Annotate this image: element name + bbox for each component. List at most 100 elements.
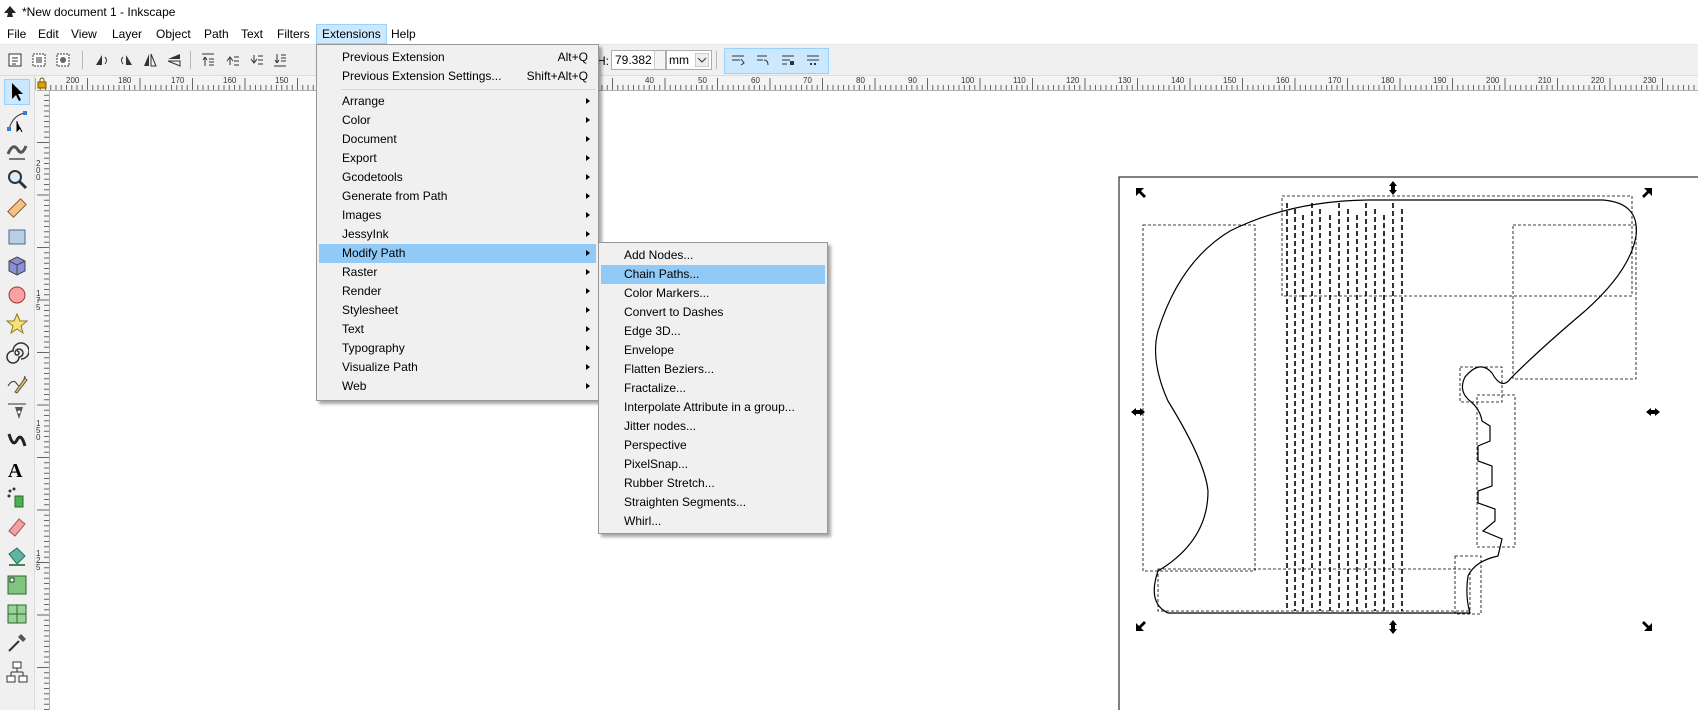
menu-separator xyxy=(341,89,596,90)
spiral-tool[interactable] xyxy=(5,341,30,365)
rotate-ccw-icon[interactable] xyxy=(93,51,111,69)
menu-typography[interactable]: Typography xyxy=(319,339,596,358)
menu-visualize-path[interactable]: Visualize Path xyxy=(319,358,596,377)
menu-images[interactable]: Images xyxy=(319,206,596,225)
unit-select[interactable]: mm xyxy=(666,50,712,70)
lower-to-bottom-icon[interactable] xyxy=(271,51,289,69)
connector-tool[interactable] xyxy=(5,660,29,684)
submenu-arrow-icon xyxy=(586,155,590,161)
menu-convert-to-dashes[interactable]: Convert to Dashes xyxy=(601,303,825,322)
dropper-tool[interactable] xyxy=(5,631,29,655)
menu-fractalize[interactable]: Fractalize... xyxy=(601,379,825,398)
menu-item-label: Previous Extension Settings... xyxy=(342,69,502,83)
menu-whirl[interactable]: Whirl... xyxy=(601,512,825,531)
lower-icon[interactable] xyxy=(247,51,265,69)
ruler-lock-icon[interactable] xyxy=(36,77,48,89)
menu-modify-path[interactable]: Modify Path xyxy=(319,244,596,263)
menu-export[interactable]: Export xyxy=(319,149,596,168)
spin-arrows-icon[interactable] xyxy=(654,51,665,69)
measure-tool[interactable] xyxy=(5,196,29,220)
menu-document[interactable]: Document xyxy=(319,130,596,149)
menu-edge-3d[interactable]: Edge 3D... xyxy=(601,322,825,341)
menu-edit[interactable]: Edit xyxy=(33,25,64,43)
menu-extensions[interactable]: Extensions xyxy=(316,24,387,44)
menu-previous-extension[interactable]: Previous Extension Alt+Q xyxy=(319,48,596,67)
menu-color-markers[interactable]: Color Markers... xyxy=(601,284,825,303)
flip-horizontal-icon[interactable] xyxy=(141,51,159,69)
menu-item-label: Color xyxy=(342,113,371,127)
menu-jitter-nodes[interactable]: Jitter nodes... xyxy=(601,417,825,436)
ruler-label: 110 xyxy=(1013,76,1026,85)
gradient-tool[interactable] xyxy=(5,573,29,597)
mesh-tool[interactable] xyxy=(5,602,29,626)
menu-filters[interactable]: Filters xyxy=(272,25,315,43)
submenu-arrow-icon xyxy=(586,345,590,351)
menu-pixelsnap[interactable]: PixelSnap... xyxy=(601,455,825,474)
menu-text[interactable]: Text xyxy=(236,25,268,43)
menu-perspective[interactable]: Perspective xyxy=(601,436,825,455)
menu-help[interactable]: Help xyxy=(386,25,421,43)
flip-vertical-icon[interactable] xyxy=(165,51,183,69)
select-all-icon[interactable] xyxy=(6,51,24,69)
menu-layer[interactable]: Layer xyxy=(107,25,147,43)
menu-gcodetools[interactable]: Gcodetools xyxy=(319,168,596,187)
menu-stylesheet[interactable]: Stylesheet xyxy=(319,301,596,320)
tweak-tool[interactable] xyxy=(5,138,29,162)
rotate-cw-icon[interactable] xyxy=(117,51,135,69)
menu-text-ext[interactable]: Text xyxy=(319,320,596,339)
menu-raster[interactable]: Raster xyxy=(319,263,596,282)
ruler-label: 40 xyxy=(645,76,654,85)
text-tool[interactable]: A xyxy=(5,457,29,482)
menu-jessyink[interactable]: JessyInk xyxy=(319,225,596,244)
select-all-layers-icon[interactable] xyxy=(30,51,48,69)
scale-stroke-icon[interactable] xyxy=(729,51,747,69)
raise-icon[interactable] xyxy=(223,51,241,69)
menu-view[interactable]: View xyxy=(66,25,102,43)
menu-previous-extension-settings[interactable]: Previous Extension Settings... Shift+Alt… xyxy=(319,67,596,86)
paint-bucket-tool[interactable] xyxy=(5,544,29,568)
spray-tool[interactable] xyxy=(5,486,29,510)
menu-envelope[interactable]: Envelope xyxy=(601,341,825,360)
scale-corners-icon[interactable] xyxy=(754,51,772,69)
menu-item-label: Render xyxy=(342,284,382,298)
selection-handles xyxy=(1131,181,1660,634)
menu-generate-from-path[interactable]: Generate from Path xyxy=(319,187,596,206)
calligraphy-tool[interactable] xyxy=(5,428,29,452)
ruler-label: 160 xyxy=(223,76,237,85)
menu-interpolate-attribute[interactable]: Interpolate Attribute in a group... xyxy=(601,398,825,417)
transform-gradients-icon[interactable] xyxy=(779,51,797,69)
menu-object[interactable]: Object xyxy=(151,25,196,43)
dropper-tool-icon xyxy=(8,634,26,652)
bbox-top xyxy=(1281,195,1633,297)
transform-patterns-icon[interactable] xyxy=(804,51,822,69)
menu-arrange[interactable]: Arrange xyxy=(319,92,596,111)
menu-item-label: Interpolate Attribute in a group... xyxy=(624,400,795,414)
3dbox-tool[interactable] xyxy=(5,254,29,278)
menu-flatten-beziers[interactable]: Flatten Beziers... xyxy=(601,360,825,379)
submenu-arrow-icon xyxy=(586,231,590,237)
node-tool-icon xyxy=(7,111,27,133)
pen-tool[interactable] xyxy=(5,399,29,423)
menu-file[interactable]: File xyxy=(2,25,31,43)
drawing-canvas[interactable] xyxy=(50,91,1698,710)
zoom-tool[interactable] xyxy=(5,167,29,191)
menu-color[interactable]: Color xyxy=(319,111,596,130)
menu-item-label: Arrange xyxy=(342,94,385,108)
raise-to-top-icon[interactable] xyxy=(199,51,217,69)
circle-tool[interactable] xyxy=(5,283,29,307)
eraser-tool[interactable] xyxy=(5,515,29,539)
node-tool[interactable] xyxy=(5,109,29,133)
pencil-tool[interactable] xyxy=(5,370,29,394)
menu-path[interactable]: Path xyxy=(199,25,234,43)
deselect-icon[interactable] xyxy=(54,51,72,69)
selector-tool[interactable] xyxy=(4,79,30,105)
menu-chain-paths[interactable]: Chain Paths... xyxy=(601,265,825,284)
height-input[interactable]: 79.382 xyxy=(611,50,666,70)
menu-web[interactable]: Web xyxy=(319,377,596,396)
menu-straighten-segments[interactable]: Straighten Segments... xyxy=(601,493,825,512)
menu-render[interactable]: Render xyxy=(319,282,596,301)
star-tool[interactable] xyxy=(5,312,29,336)
rect-tool[interactable] xyxy=(5,225,29,249)
menu-rubber-stretch[interactable]: Rubber Stretch... xyxy=(601,474,825,493)
menu-add-nodes[interactable]: Add Nodes... xyxy=(601,246,825,265)
